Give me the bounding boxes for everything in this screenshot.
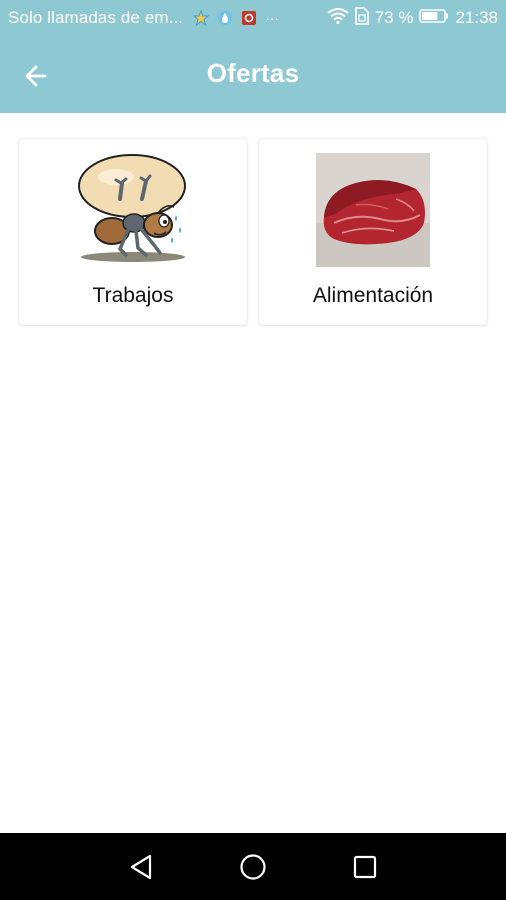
star-app-icon	[192, 9, 210, 27]
raw-beef-photo	[316, 153, 430, 267]
page-title: Ofertas	[206, 58, 300, 88]
category-card-trabajos[interactable]: Trabajos	[19, 139, 247, 325]
carrier-text: Solo llamadas de em...	[8, 8, 184, 27]
battery-percent: 73 %	[374, 8, 414, 27]
recents-square-icon	[353, 855, 377, 879]
battery-icon	[419, 8, 449, 29]
wifi-icon	[327, 7, 349, 29]
back-triangle-icon	[130, 854, 152, 880]
home-circle-icon	[240, 854, 266, 880]
category-label: Trabajos	[92, 284, 174, 307]
category-grid: Trabajos Alimentación	[19, 139, 489, 325]
system-status: 73 % 21:38	[327, 6, 498, 30]
ant-carrying-load-illustration	[76, 153, 190, 267]
sim-icon	[354, 6, 369, 30]
category-label: Alimentación	[312, 284, 434, 307]
category-card-alimentacion[interactable]: Alimentación	[259, 139, 487, 325]
clock-time: 21:38	[455, 8, 498, 27]
app-bar: Ofertas	[0, 36, 506, 113]
water-drop-app-icon	[217, 10, 233, 26]
nav-back-button[interactable]	[124, 850, 158, 884]
nav-recents-button[interactable]	[348, 850, 382, 884]
status-bar: Solo llamadas de em... ··· 73 % 21:38	[0, 0, 506, 36]
red-app-icon	[241, 10, 257, 26]
more-notifications-indicator: ···	[265, 10, 280, 26]
notification-icons: ···	[192, 9, 280, 27]
nav-home-button[interactable]	[236, 850, 270, 884]
system-navigation-bar	[0, 833, 506, 900]
